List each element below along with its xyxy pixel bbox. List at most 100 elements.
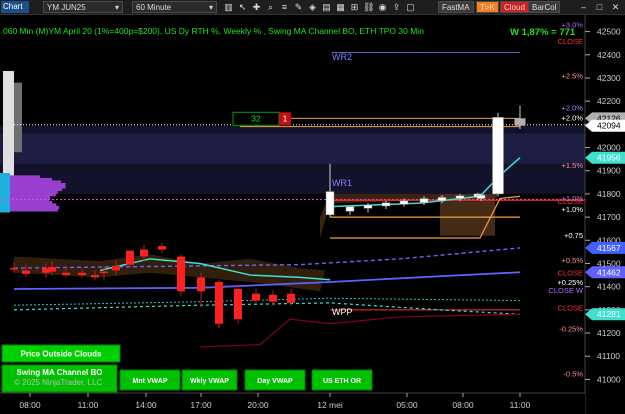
candle-body	[10, 268, 18, 270]
link-icon[interactable]: ⛓	[363, 1, 374, 13]
button-label: Mnt VWAP	[133, 378, 168, 385]
candle-body	[476, 194, 486, 199]
percent-label: +2.0%	[562, 104, 584, 113]
volume-profile	[10, 180, 62, 184]
cloud-button[interactable]: Cloud	[500, 1, 529, 13]
period-selector[interactable]: 60 Minute ▾	[132, 1, 217, 13]
pointer-icon[interactable]: ↖	[237, 1, 248, 13]
volume-profile	[10, 188, 62, 192]
data-box-icon[interactable]: ▦	[335, 1, 346, 13]
bar-type-icon[interactable]: ▥	[223, 1, 234, 13]
y-tick-label: 41400	[597, 282, 621, 292]
window-icon[interactable]: ▢	[405, 1, 416, 13]
candle-body	[437, 197, 447, 202]
templates-icon[interactable]: ▤	[321, 1, 332, 13]
level-annotation: WPP	[332, 307, 353, 317]
candle-body	[140, 249, 148, 257]
tk-button[interactable]: T>K	[476, 1, 499, 13]
button-label: US ETH OR	[323, 378, 361, 385]
indicator-button-3[interactable]: Mnt VWAP	[119, 369, 181, 391]
price-tag-label: 41567	[597, 243, 621, 253]
strategies-icon[interactable]: ◈	[307, 1, 318, 13]
candle-body	[158, 246, 166, 250]
percent-label: +0.75	[564, 231, 583, 240]
price-tag-label: 41281	[597, 309, 621, 319]
close-label: CLOSE W	[548, 286, 584, 295]
x-tick-label: 20:00	[247, 400, 269, 410]
candle-body	[78, 272, 86, 276]
x-tick-label: 12 mei	[317, 400, 343, 410]
zoom-icon[interactable]: ⌕	[265, 1, 276, 13]
properties-icon[interactable]: ≡	[279, 1, 290, 13]
x-tick-label: 05:00	[396, 400, 418, 410]
button-label: Day VWAP	[257, 378, 293, 385]
chart-trader-icon[interactable]: ⊞	[349, 1, 360, 13]
percent-label: +1.5%	[562, 161, 584, 170]
level-annotation: WR1	[332, 178, 352, 188]
close-label: CLOSE	[558, 269, 583, 278]
toolbar: Chart YM JUN25 ▾ 60 Minute ▾ ▥ ↖ ✚ ⌕ ≡ ✎…	[0, 0, 625, 15]
price-tag-label: 41462	[597, 267, 621, 277]
chart-title: 060 Min (M)YM April 20 (1%=400p=$200), U…	[3, 26, 424, 36]
chevron-down-icon: ▾	[208, 3, 213, 12]
candle-body	[177, 256, 185, 292]
percent-label: +0.5%	[562, 256, 584, 265]
candle-body	[514, 118, 526, 126]
volume-profile	[10, 195, 51, 199]
copyright: © 2025 NinjaTrader, LLC	[14, 378, 103, 387]
drawing-tools-icon[interactable]: ✎	[293, 1, 304, 13]
indicator-button-4[interactable]: Wkly VWAP	[181, 369, 238, 391]
candle-body	[399, 200, 409, 205]
y-tick-label: 42500	[597, 27, 621, 37]
candle-body	[492, 117, 504, 195]
close-label: CLOSE	[558, 37, 583, 46]
candle-body	[197, 277, 205, 292]
close-label: CLOSE	[558, 197, 583, 206]
volume-profile	[10, 208, 58, 212]
level-annotation: WR2	[332, 52, 352, 62]
candle-body	[325, 191, 335, 216]
close-icon[interactable]: ✕	[610, 1, 621, 13]
y-tick-label: 41900	[597, 166, 621, 176]
weekly-summary: W 1,87% = 771	[510, 27, 576, 38]
screenshot-icon[interactable]: ◉	[377, 1, 388, 13]
order-quantity: 32	[251, 113, 261, 123]
barcol-button[interactable]: BarCol	[528, 1, 561, 13]
price-chart[interactable]: 4100041100412004130041400415004160041700…	[0, 15, 625, 414]
candle-body	[363, 204, 373, 209]
candle-body	[112, 265, 120, 271]
button-label: Price Outside Clouds	[21, 350, 102, 359]
volume-profile	[10, 185, 66, 189]
y-tick-label: 41200	[597, 328, 621, 338]
volume-profile	[10, 205, 60, 209]
volume-profile	[0, 173, 10, 213]
y-tick-label: 42400	[597, 50, 621, 60]
price-tag-label: 41956	[597, 153, 621, 163]
volume-profile	[10, 193, 56, 197]
crosshair-icon[interactable]: ✚	[251, 1, 262, 13]
candle-body	[62, 272, 70, 276]
fastma-button[interactable]: FastMA	[438, 1, 474, 13]
y-tick-label: 42300	[597, 73, 621, 83]
button-label: Swing MA Channel BO	[17, 368, 103, 377]
percent-label: +2.5%	[562, 72, 584, 81]
percent-label: -0.5%	[563, 370, 583, 379]
chart-tab[interactable]: Chart	[1, 1, 29, 13]
volume-profile	[10, 177, 52, 181]
maximize-icon[interactable]: □	[594, 1, 605, 13]
share-icon[interactable]: ⇪	[391, 1, 402, 13]
candle-body	[100, 271, 108, 274]
minimize-icon[interactable]: –	[578, 1, 589, 13]
indicator-button-1[interactable]: Price Outside Clouds	[1, 344, 121, 363]
indicator-button-6[interactable]: US ETH OR	[311, 369, 373, 391]
y-tick-label: 42000	[597, 143, 621, 153]
candle-body	[22, 270, 30, 274]
volume-profile	[10, 200, 53, 204]
x-tick-label: 17:00	[190, 400, 212, 410]
percent-label: -0.25%	[559, 324, 583, 333]
indicator-button-5[interactable]: Day VWAP	[244, 369, 306, 391]
y-tick-label: 42200	[597, 96, 621, 106]
candle-body	[91, 275, 99, 278]
instrument-selector[interactable]: YM JUN25 ▾	[43, 1, 123, 13]
volume-profile	[10, 203, 57, 207]
